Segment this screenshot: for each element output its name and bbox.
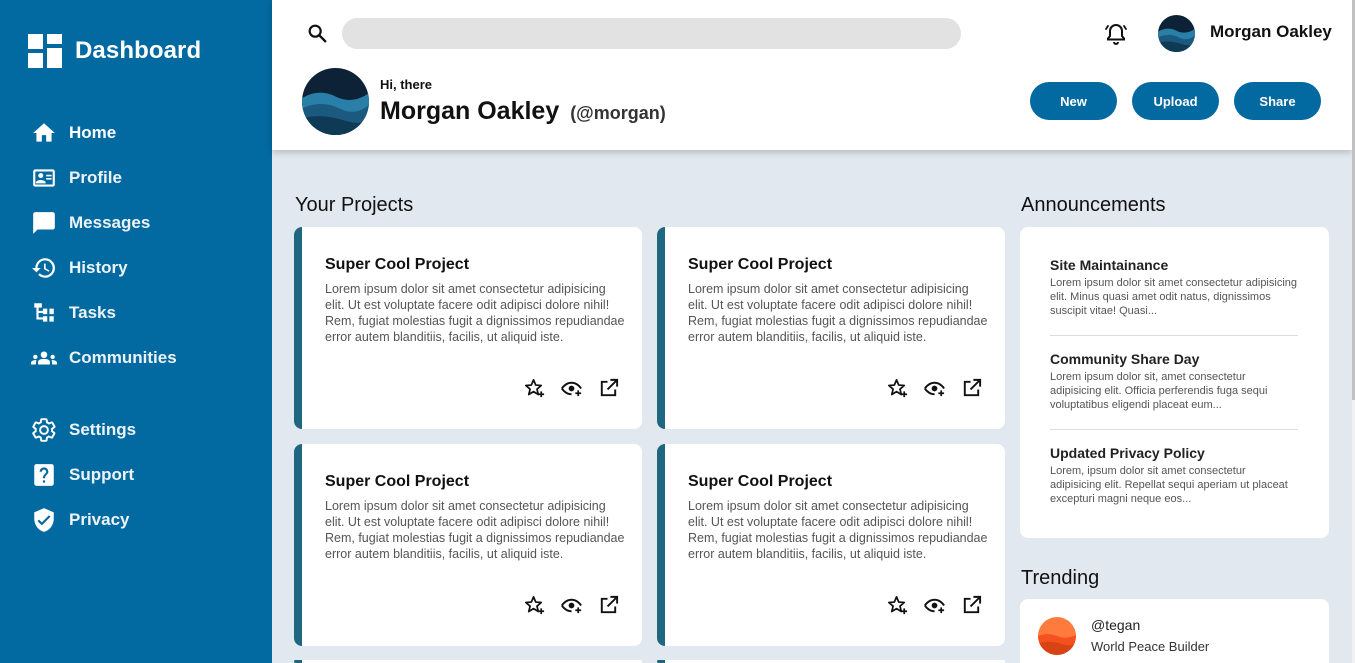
projects-title: Your Projects [295,194,414,216]
sidebar-item-messages[interactable]: Messages [30,209,150,237]
sidebar-item-label: History [69,258,128,277]
sidebar-item-settings[interactable]: Settings [30,416,136,444]
star-add-icon[interactable] [886,594,909,617]
trending-subtitle: World Peace Builder [1091,639,1210,654]
sidebar-item-label: Tasks [69,303,116,322]
sidebar-item-privacy[interactable]: Privacy [30,506,130,534]
star-add-icon[interactable] [523,377,546,400]
eye-add-icon[interactable] [560,594,583,617]
eye-add-icon[interactable] [560,377,583,400]
announcement-title: Community Share Day [1050,351,1200,367]
open-external-icon[interactable] [960,594,983,617]
divider [1050,335,1298,336]
announcement-title: Updated Privacy Policy [1050,445,1205,461]
sidebar-item-communities[interactable]: Communities [30,344,177,372]
sidebar-item-label: Profile [69,168,122,187]
history-icon [30,255,57,282]
star-add-icon[interactable] [886,377,909,400]
gear-icon [30,417,57,444]
divider [1050,429,1298,430]
project-actions [886,594,983,617]
project-card[interactable]: Super Cool Project Lorem ipsum dolor sit… [294,444,642,646]
project-title: Super Cool Project [325,256,470,273]
open-external-icon[interactable] [960,377,983,400]
project-actions [523,377,620,400]
brand-title: Dashboard [75,37,202,64]
sidebar-item-label: Messages [69,213,151,232]
display-name: Morgan Oakley (@morgan) [380,97,666,126]
header: Morgan Oakley Hi, there Morgan Oakley (@… [272,0,1352,150]
sidebar: Dashboard Home Profile Messages History … [0,0,272,663]
bell-icon[interactable] [1104,21,1128,47]
trending-handle[interactable]: @tegan [1091,617,1140,633]
project-actions [523,594,620,617]
tasks-icon [30,300,57,327]
home-icon [30,120,57,147]
announcement-text: Lorem ipsum dolor sit, amet consectetur … [1050,371,1268,411]
open-external-icon[interactable] [597,594,620,617]
star-add-icon[interactable] [523,594,546,617]
project-description: Lorem ipsum dolor sit amet consectetur a… [325,499,625,561]
announcement-item[interactable]: Updated Privacy Policy Lorem, ipsum dolo… [1050,445,1300,506]
announcement-text: Lorem, ipsum dolor sit amet consectetur … [1050,465,1288,505]
announcements-title: Announcements [1021,194,1166,216]
dashboard-grid-icon [28,34,62,68]
avatar[interactable] [1038,617,1076,655]
project-description: Lorem ipsum dolor sit amet consectetur a… [688,282,988,344]
announcement-text: Lorem ipsum dolor sit amet consectetur a… [1050,277,1298,317]
new-button[interactable]: New [1030,82,1117,120]
trending-panel: @tegan World Peace Builder [1020,599,1329,663]
project-title: Super Cool Project [688,256,833,273]
message-icon [30,210,57,237]
project-description: Lorem ipsum dolor sit amet consectetur a… [325,282,625,344]
user-handle: (@morgan) [570,103,666,123]
project-card[interactable]: Super Cool Project Lorem ipsum dolor sit… [657,444,1005,646]
sidebar-item-home[interactable]: Home [30,119,116,147]
announcement-item[interactable]: Community Share Day Lorem ipsum dolor si… [1050,351,1300,412]
eye-add-icon[interactable] [923,377,946,400]
open-external-icon[interactable] [597,377,620,400]
project-card[interactable]: Super Cool Project Lorem ipsum dolor sit… [657,227,1005,429]
sidebar-item-label: Communities [69,348,177,367]
sidebar-item-label: Home [69,123,117,142]
trending-title: Trending [1021,567,1100,589]
display-name-text: Morgan Oakley [380,97,560,125]
project-title: Super Cool Project [688,473,833,490]
search-icon[interactable] [306,22,328,44]
project-card[interactable]: Super Cool Project Lorem ipsum dolor sit… [294,227,642,429]
eye-add-icon[interactable] [923,594,946,617]
communities-icon [30,345,57,372]
id-card-icon [30,165,57,192]
announcement-item[interactable]: Site Maintainance Lorem ipsum dolor sit … [1050,257,1300,318]
project-title: Super Cool Project [325,473,470,490]
project-actions [886,377,983,400]
sidebar-item-support[interactable]: Support [30,461,134,489]
sidebar-item-history[interactable]: History [30,254,128,282]
shield-icon [30,507,57,534]
sidebar-item-label: Support [69,465,135,484]
sidebar-item-label: Settings [69,420,137,439]
announcements-panel: Site Maintainance Lorem ipsum dolor sit … [1020,227,1329,538]
project-description: Lorem ipsum dolor sit amet consectetur a… [688,499,988,561]
share-button[interactable]: Share [1234,82,1321,120]
help-icon [30,462,57,489]
sidebar-item-profile[interactable]: Profile [30,164,122,192]
announcement-title: Site Maintainance [1050,257,1169,273]
user-name[interactable]: Morgan Oakley [1210,22,1332,42]
sidebar-item-tasks[interactable]: Tasks [30,299,116,327]
brand[interactable]: Dashboard [28,34,201,68]
greeting: Hi, there [380,77,433,92]
profile-avatar [302,68,369,135]
sidebar-item-label: Privacy [69,510,130,529]
upload-button[interactable]: Upload [1132,82,1219,120]
avatar[interactable] [1158,15,1195,52]
search-input[interactable] [342,18,961,49]
